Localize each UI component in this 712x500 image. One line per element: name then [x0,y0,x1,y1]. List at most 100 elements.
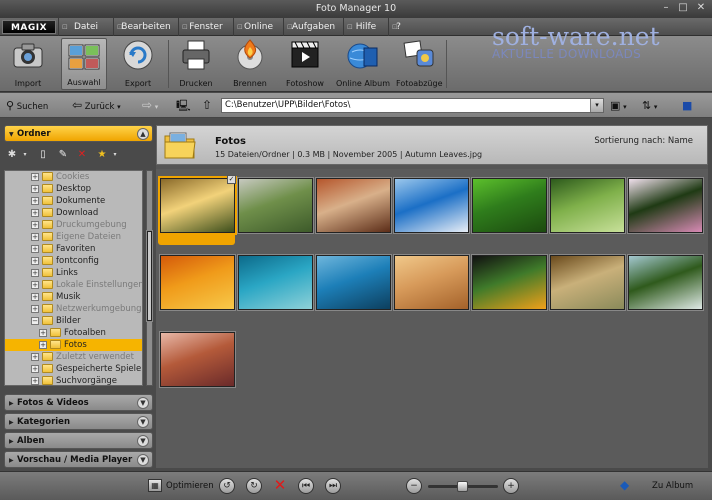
menu-bearbeiten[interactable]: Bearbeiten [113,18,178,36]
expand-node-icon[interactable]: + [31,197,39,205]
new-file-icon[interactable]: ▯ [37,149,49,161]
help-icon[interactable]: ? [388,18,408,36]
photo-thumbnail[interactable] [550,255,625,310]
import-button[interactable]: Import [6,38,50,90]
expand-node-icon[interactable]: + [31,281,39,289]
ordner-header[interactable]: ▼ Ordner ▲ [4,125,153,142]
photo-thumbnail[interactable] [160,255,235,310]
expand-node-icon[interactable]: + [31,257,39,265]
path-input[interactable]: C:\Benutzer\UPP\Bilder\Fotos\ ▾ [221,98,604,113]
sort-button[interactable]: ⇅ ▾ [642,98,668,113]
photo-thumbnail[interactable] [394,255,469,310]
optimize-button[interactable]: Optimieren [166,481,214,491]
computer-button[interactable]: 🖳 [176,98,192,113]
zoom-slider-knob[interactable] [457,481,468,492]
close-button[interactable]: ✕ [693,2,709,15]
photo-thumbnail[interactable] [472,255,547,310]
export-button[interactable]: Export [116,38,160,90]
back-button[interactable]: ⇦ Zurück ▾ [72,98,134,113]
zu-album-button[interactable]: Zu Album [652,481,693,491]
maximize-button[interactable]: □ [675,2,691,15]
tree-item[interactable]: + Download [5,207,142,219]
fotoshow-button[interactable]: Fotoshow [283,38,327,90]
select-checkbox[interactable]: ✓ [227,175,236,184]
expand-node-icon[interactable]: + [31,245,39,253]
tree-item[interactable]: + Cookies [5,171,142,183]
menu-datei[interactable]: Datei [58,18,113,36]
photo-thumbnail[interactable] [550,178,625,233]
chevron-down-icon[interactable]: ▾ [590,99,603,112]
expand-node-icon[interactable]: + [31,185,39,193]
menu-hilfe[interactable]: Hilfe [343,18,388,36]
zoom-slider[interactable] [428,481,498,492]
auswahl-button[interactable]: Auswahl [61,38,107,90]
expand-node-icon[interactable]: + [31,173,39,181]
drucken-button[interactable]: Drucken [174,38,218,90]
tree-item[interactable]: + Suchvorgänge [5,375,142,385]
view-mode-button[interactable]: ▣ ▾ [610,98,636,113]
photo-thumbnail[interactable] [316,255,391,310]
photo-thumbnail[interactable] [160,332,235,387]
rotate-left-button[interactable]: ↺ [219,478,235,494]
photo-thumbnail[interactable] [472,178,547,233]
tree-item[interactable]: + Eigene Dateien [5,231,142,243]
tree-item[interactable]: + Musik [5,291,142,303]
section-kategorien[interactable]: ▶ Kategorien ▼ [4,413,153,430]
up-folder-button[interactable]: ⇧ [202,98,216,113]
photo-thumbnail[interactable] [316,178,391,233]
tree-item[interactable]: + Netzwerkumgebung [5,303,142,315]
photo-thumbnail[interactable] [394,178,469,233]
tree-item[interactable]: + Zuletzt verwendet [5,351,142,363]
menu-online[interactable]: Online [233,18,283,36]
section-fotos-videos[interactable]: ▶ Fotos & Videos ▼ [4,394,153,411]
expand-node-icon[interactable]: + [31,269,39,277]
tree-item[interactable]: + Links [5,267,142,279]
tree-item[interactable]: + Lokale Einstellungen [5,279,142,291]
photo-thumbnail[interactable] [628,178,703,233]
expand-node-icon[interactable]: + [31,365,39,373]
rename-icon[interactable]: ✎ [57,149,69,161]
expand-node-icon[interactable]: + [31,377,39,385]
search-button[interactable]: ⚲ Suchen [6,98,64,113]
brennen-button[interactable]: Brennen [228,38,272,90]
tree-item[interactable]: + fontconfig [5,255,142,267]
gear-icon[interactable]: ✱ [6,149,18,161]
last-button[interactable]: ⏭ [325,478,341,494]
tree-item[interactable]: + Fotoalben [5,327,142,339]
tree-item[interactable]: + Favoriten [5,243,142,255]
expand-node-icon[interactable]: + [31,353,39,361]
menu-fenster[interactable]: Fenster [178,18,233,36]
fotoabzuege-button[interactable]: Fotoabzüge [396,38,443,90]
optimize-icon[interactable]: ▦ [148,479,162,492]
delete-icon[interactable]: ✕ [272,477,288,493]
expand-icon[interactable]: ▼ [137,416,149,428]
tree-item[interactable]: − Bilder [5,315,142,327]
menu-aufgaben[interactable]: Aufgaben [283,18,343,36]
chevron-down-icon[interactable]: ▾ [19,149,31,161]
album-icon[interactable]: ◆ [620,478,640,494]
photo-thumbnail[interactable]: ✓ [160,175,236,233]
photo-thumbnail[interactable] [628,255,703,310]
first-button[interactable]: ⏮ [298,478,314,494]
expand-icon[interactable]: ▼ [137,397,149,409]
tree-item[interactable]: + Druckumgebung [5,219,142,231]
collapse-node-icon[interactable]: − [31,317,39,325]
book-button[interactable]: ■ [682,98,698,113]
forward-button[interactable]: ⇨ ▾ [142,98,168,113]
expand-node-icon[interactable]: + [31,221,39,229]
rotate-right-button[interactable]: ↻ [246,478,262,494]
expand-node-icon[interactable]: + [39,341,47,349]
star-icon[interactable]: ★ [96,149,108,161]
photo-thumbnail[interactable] [238,178,313,233]
expand-node-icon[interactable]: + [31,293,39,301]
tree-item[interactable]: + Desktop [5,183,142,195]
expand-icon[interactable]: ▼ [137,435,149,447]
chevron-down-icon[interactable]: ▾ [109,149,121,161]
minimize-button[interactable]: – [658,2,674,15]
tree-item[interactable]: + Fotos [5,339,142,351]
section-vorschau[interactable]: ▶ Vorschau / Media Player ▼ [4,451,153,468]
expand-icon[interactable]: ▼ [137,454,149,466]
expand-node-icon[interactable]: + [31,233,39,241]
folder-tree[interactable]: + Cookies + Desktop + Dokumente + Download + Druc… [4,170,143,386]
zoom-out-button[interactable]: − [406,478,422,494]
